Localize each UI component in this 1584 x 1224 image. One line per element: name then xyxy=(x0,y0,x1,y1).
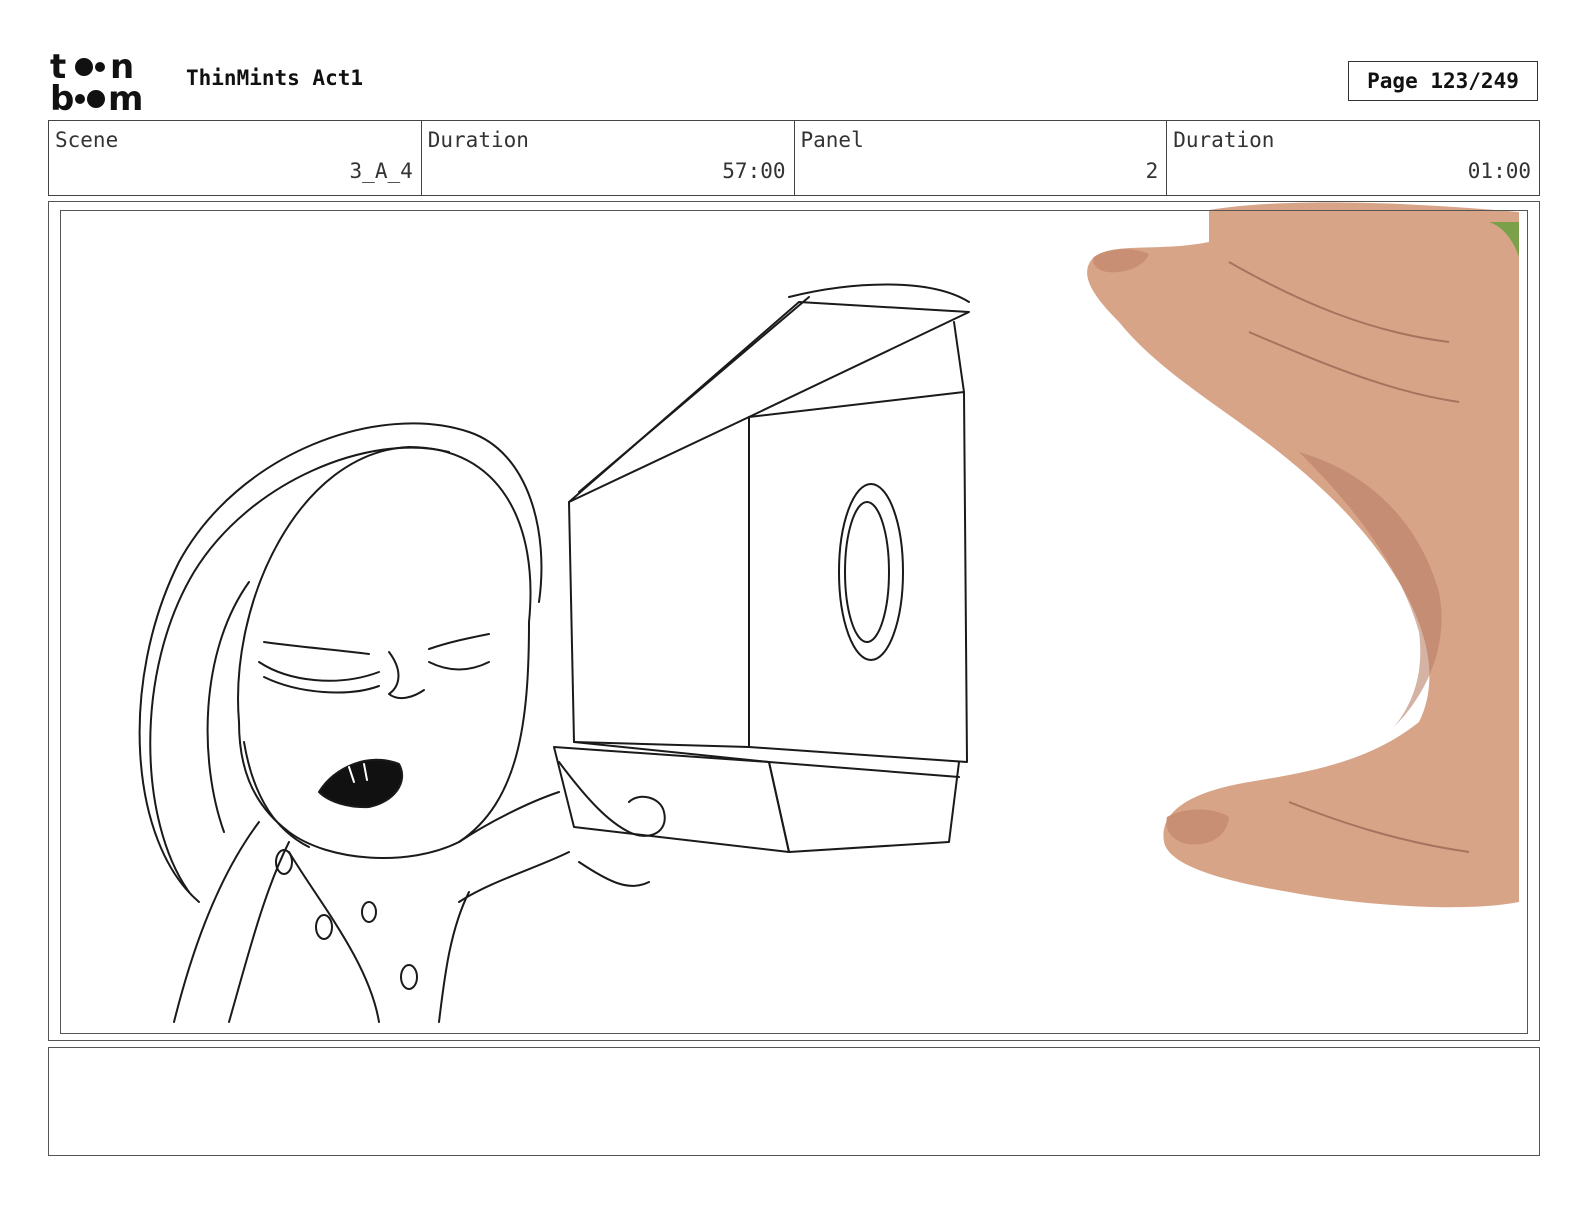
scene-value: 3_A_4 xyxy=(349,159,413,183)
panel-notes-box xyxy=(48,1047,1540,1156)
panel-label: Panel xyxy=(800,128,864,152)
svg-text:m: m xyxy=(108,79,143,112)
panel-cell: Panel 2 xyxy=(795,121,1168,195)
panel-duration-cell: Duration 01:00 xyxy=(1167,121,1539,195)
scene-label: Scene xyxy=(55,128,119,152)
scene-cell: Scene 3_A_4 xyxy=(49,121,422,195)
svg-text:b: b xyxy=(50,79,74,112)
page-indicator: Page 123/249 xyxy=(1348,61,1538,101)
document-title: ThinMints Act1 xyxy=(186,66,364,90)
scene-duration-value: 57:00 xyxy=(722,159,786,183)
panel-safe-area xyxy=(60,210,1528,1034)
storyboard-panel xyxy=(48,201,1540,1041)
panel-value: 2 xyxy=(1145,159,1159,183)
scene-info-table: Scene 3_A_4 Duration 57:00 Panel 2 Durat… xyxy=(48,120,1540,196)
scene-duration-cell: Duration 57:00 xyxy=(422,121,795,195)
toon-boom-logo: t n b m xyxy=(50,50,143,112)
panel-duration-label: Duration xyxy=(1173,128,1275,152)
panel-duration-value: 01:00 xyxy=(1467,159,1531,183)
scene-duration-label: Duration xyxy=(427,128,529,152)
